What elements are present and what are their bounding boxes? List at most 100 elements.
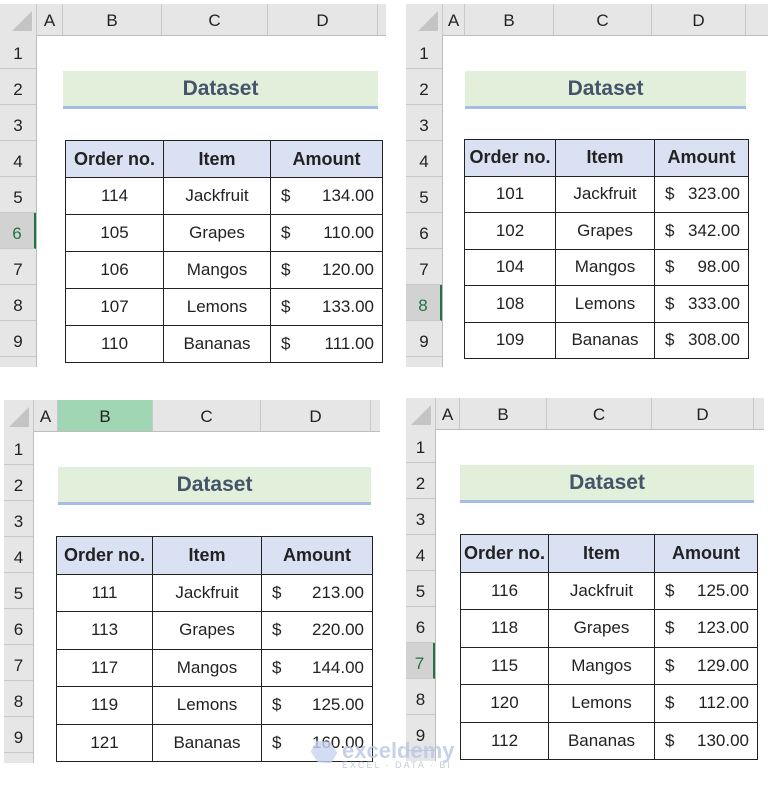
row-header-2[interactable]: 2 (406, 463, 435, 499)
order-number-cell[interactable]: 114 (65, 177, 164, 215)
column-header-d[interactable]: D (652, 398, 754, 429)
item-cell[interactable]: Jackfruit (152, 573, 262, 612)
amount-cell[interactable]: $125.00 (654, 571, 758, 610)
item-cell[interactable]: Bananas (163, 325, 271, 363)
item-cell[interactable]: Lemons (548, 684, 655, 723)
row-header-3[interactable]: 3 (406, 499, 435, 535)
amount-cell[interactable]: $112.00 (654, 684, 758, 723)
column-header-d[interactable]: D (652, 4, 746, 35)
order-number-cell[interactable]: 115 (460, 646, 549, 685)
column-header-a[interactable]: A (436, 398, 460, 429)
column-header-d[interactable]: D (268, 4, 378, 35)
item-cell[interactable]: Lemons (163, 288, 271, 326)
row-header-8[interactable]: 8 (0, 285, 36, 321)
row-header-4[interactable]: 4 (406, 141, 442, 177)
row-header-2[interactable]: 2 (406, 69, 442, 105)
column-header-c[interactable]: C (554, 4, 652, 35)
select-all-corner[interactable] (406, 398, 436, 429)
column-header-a[interactable]: A (34, 400, 58, 431)
select-all-corner[interactable] (0, 4, 37, 35)
column-header-a[interactable]: A (37, 4, 63, 35)
order-number-cell[interactable]: 110 (65, 325, 164, 363)
column-header-a[interactable]: A (443, 4, 465, 35)
row-header-7[interactable]: 7 (406, 249, 442, 285)
row-header-1[interactable]: 1 (406, 429, 435, 463)
amount-cell[interactable]: $110.00 (270, 214, 383, 252)
item-cell[interactable]: Bananas (555, 321, 655, 359)
order-number-cell[interactable]: 107 (65, 288, 164, 326)
order-number-cell[interactable]: 111 (56, 573, 153, 612)
item-cell[interactable]: Lemons (555, 285, 655, 323)
row-header-8[interactable]: 8 (4, 681, 33, 717)
order-number-cell[interactable]: 113 (56, 611, 153, 650)
row-header-8[interactable]: 8 (406, 285, 442, 321)
row-header-5[interactable]: 5 (406, 571, 435, 607)
column-header-b[interactable]: B (63, 4, 162, 35)
order-number-cell[interactable]: 116 (460, 571, 549, 610)
order-number-cell[interactable]: 105 (65, 214, 164, 252)
row-header-1[interactable]: 1 (0, 35, 36, 69)
row-header-9[interactable]: 9 (0, 321, 36, 357)
amount-cell[interactable]: $144.00 (261, 648, 373, 687)
row-header-5[interactable]: 5 (4, 573, 33, 609)
row-header-4[interactable]: 4 (0, 141, 36, 177)
column-header-c[interactable]: C (153, 400, 261, 431)
column-header-d[interactable]: D (261, 400, 371, 431)
column-header-c[interactable]: C (547, 398, 652, 429)
row-header-1[interactable]: 1 (406, 35, 442, 69)
order-number-cell[interactable]: 104 (464, 248, 556, 286)
row-header-8[interactable]: 8 (406, 679, 435, 715)
amount-cell[interactable]: $333.00 (654, 285, 749, 323)
row-header-2[interactable]: 2 (0, 69, 36, 105)
order-number-cell[interactable]: 117 (56, 648, 153, 687)
column-header-b[interactable]: B (58, 400, 153, 431)
amount-cell[interactable]: $125.00 (261, 686, 373, 725)
order-number-cell[interactable]: 119 (56, 686, 153, 725)
row-header-6[interactable]: 6 (4, 609, 33, 645)
item-cell[interactable]: Grapes (555, 212, 655, 250)
row-header-4[interactable]: 4 (406, 535, 435, 571)
row-header-7[interactable]: 7 (0, 249, 36, 285)
amount-cell[interactable]: $134.00 (270, 177, 383, 215)
order-number-cell[interactable]: 108 (464, 285, 556, 323)
order-number-cell[interactable]: 102 (464, 212, 556, 250)
column-header-c[interactable]: C (162, 4, 268, 35)
order-number-cell[interactable]: 101 (464, 175, 556, 213)
order-number-cell[interactable]: 106 (65, 251, 164, 289)
row-header-1[interactable]: 1 (4, 431, 33, 465)
amount-cell[interactable]: $342.00 (654, 212, 749, 250)
amount-cell[interactable]: $123.00 (654, 609, 758, 648)
row-header-5[interactable]: 5 (0, 177, 36, 213)
item-cell[interactable]: Grapes (163, 214, 271, 252)
row-header-3[interactable]: 3 (0, 105, 36, 141)
item-cell[interactable]: Jackfruit (548, 571, 655, 610)
select-all-corner[interactable] (406, 4, 443, 35)
item-cell[interactable]: Bananas (152, 723, 262, 762)
item-cell[interactable]: Mangos (163, 251, 271, 289)
item-cell[interactable]: Grapes (548, 609, 655, 648)
order-number-cell[interactable]: 120 (460, 684, 549, 723)
item-cell[interactable]: Lemons (152, 686, 262, 725)
order-number-cell[interactable]: 118 (460, 609, 549, 648)
row-header-3[interactable]: 3 (4, 501, 33, 537)
row-header-9[interactable]: 9 (406, 321, 442, 357)
select-all-corner[interactable] (4, 400, 34, 431)
row-header-6[interactable]: 6 (0, 213, 36, 249)
row-header-3[interactable]: 3 (406, 105, 442, 141)
amount-cell[interactable]: $120.00 (270, 251, 383, 289)
amount-cell[interactable]: $111.00 (270, 325, 383, 363)
order-number-cell[interactable]: 109 (464, 321, 556, 359)
order-number-cell[interactable]: 121 (56, 723, 153, 762)
amount-cell[interactable]: $133.00 (270, 288, 383, 326)
row-header-7[interactable]: 7 (406, 643, 435, 679)
item-cell[interactable]: Mangos (555, 248, 655, 286)
amount-cell[interactable]: $98.00 (654, 248, 749, 286)
row-header-7[interactable]: 7 (4, 645, 33, 681)
item-cell[interactable]: Mangos (548, 646, 655, 685)
item-cell[interactable]: Mangos (152, 648, 262, 687)
row-header-5[interactable]: 5 (406, 177, 442, 213)
item-cell[interactable]: Jackfruit (163, 177, 271, 215)
row-header-6[interactable]: 6 (406, 213, 442, 249)
amount-cell[interactable]: $129.00 (654, 646, 758, 685)
column-header-b[interactable]: B (465, 4, 554, 35)
